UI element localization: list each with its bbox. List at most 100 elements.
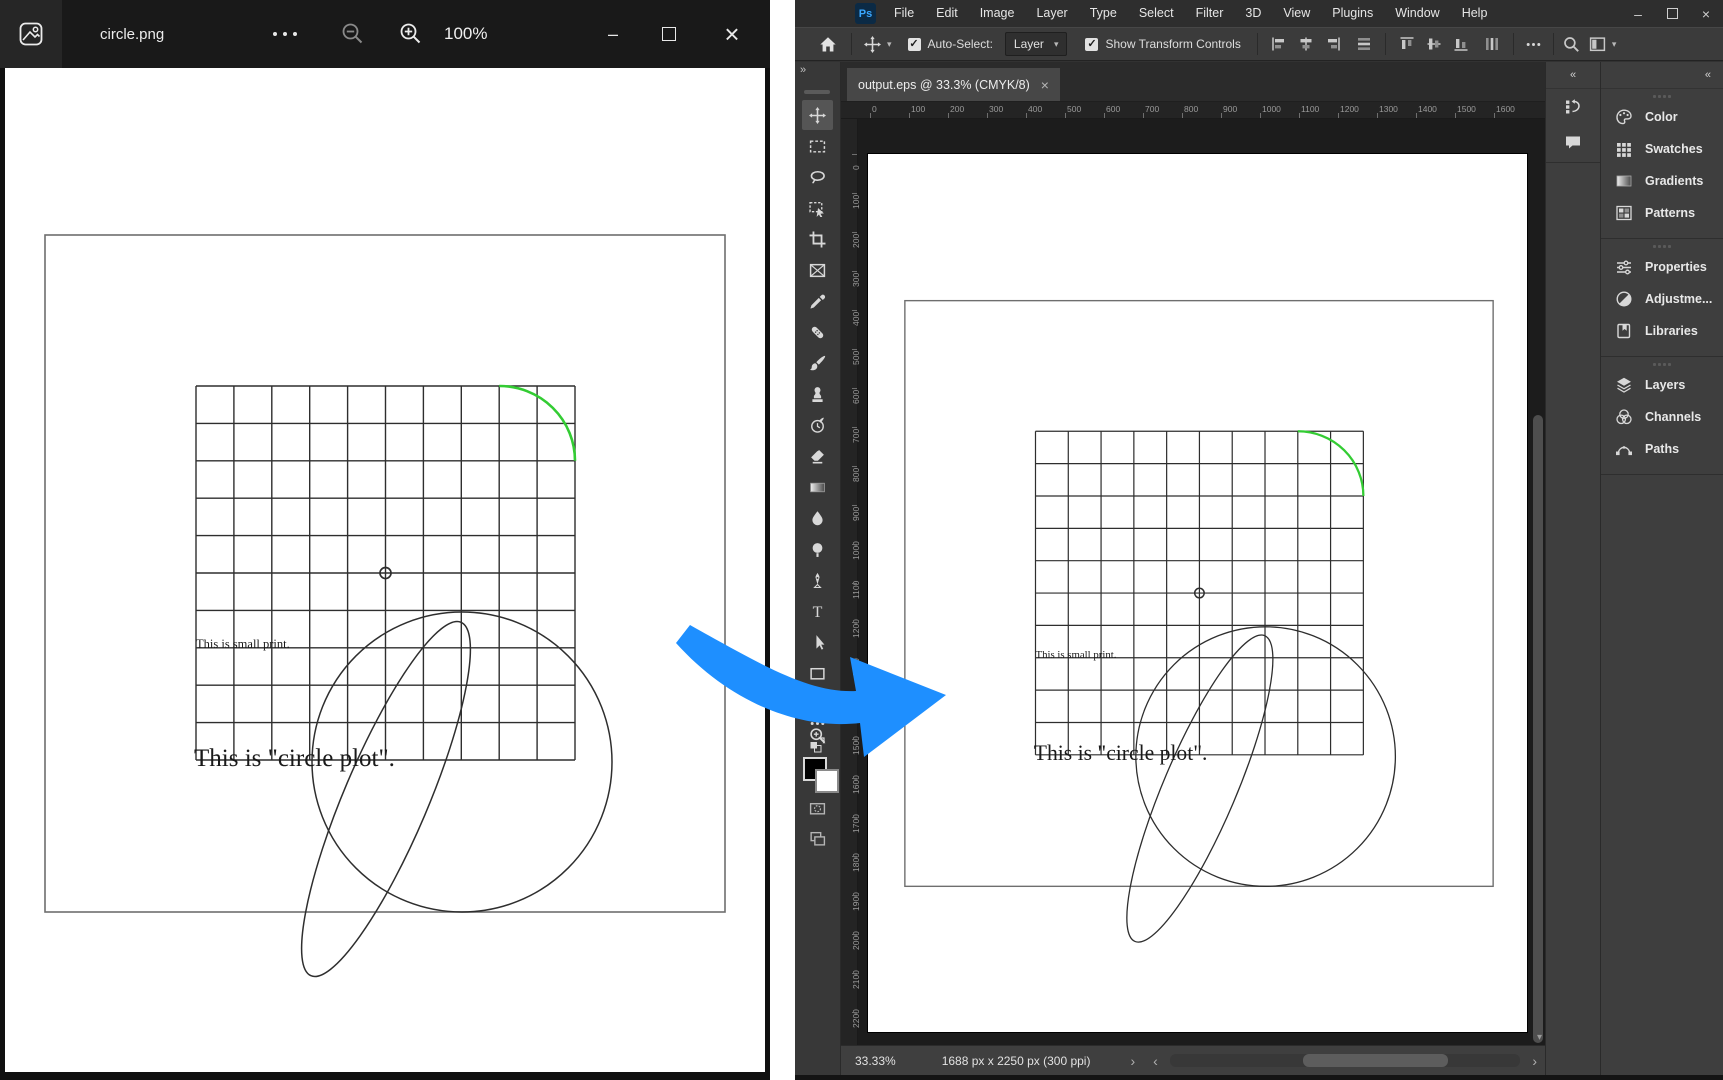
h-ruler-tick: 400	[1028, 105, 1042, 114]
brush-tool[interactable]	[802, 348, 833, 378]
tool-preset-chevron-icon[interactable]: ▾	[887, 39, 892, 50]
path-selection-tool[interactable]	[802, 627, 833, 657]
align-middle-v-button[interactable]	[1426, 36, 1442, 52]
dock-collapse-chevron[interactable]: «	[1601, 62, 1723, 89]
show-transform-checkbox[interactable]: ✓	[1085, 38, 1098, 51]
search-icon[interactable]	[1563, 36, 1580, 53]
collapsed-strip-header[interactable]: «	[1546, 62, 1600, 89]
horizontal-ruler: 0100200300400500600700800900100011001200…	[841, 102, 1545, 119]
lasso-tool[interactable]	[802, 162, 833, 192]
panel-label: Patterns	[1645, 206, 1695, 220]
close-button[interactable]: ×	[702, 0, 762, 68]
align-center-h-button[interactable]	[1298, 36, 1314, 52]
menu-filter[interactable]: Filter	[1185, 0, 1235, 27]
menu-help[interactable]: Help	[1451, 0, 1499, 27]
distribute-vertical-button[interactable]	[1356, 36, 1372, 52]
status-zoom-value[interactable]: 33.33%	[855, 1054, 896, 1068]
hscroll-right-chevron-icon[interactable]: ›	[1532, 1053, 1537, 1069]
document-tab[interactable]: output.eps @ 33.3% (CMYK/8) ×	[847, 68, 1060, 101]
quick-mask-button[interactable]	[795, 800, 840, 817]
panel-button-paths[interactable]: Paths	[1601, 433, 1723, 465]
menu-image[interactable]: Image	[969, 0, 1026, 27]
crop-tool[interactable]	[802, 224, 833, 254]
menu-layer[interactable]: Layer	[1025, 0, 1078, 27]
toolbar-more-button[interactable]	[795, 715, 840, 732]
horizontal-scrollbar-thumb[interactable]	[1303, 1054, 1448, 1067]
panel-button-gradients[interactable]: Gradients	[1601, 165, 1723, 197]
scrollbar-down-chevron-icon[interactable]: ▾	[1537, 1032, 1542, 1043]
status-expand-chevron-icon[interactable]: ›	[1130, 1053, 1135, 1069]
panel-icon-history[interactable]	[1546, 89, 1600, 124]
clone-stamp-tool[interactable]	[802, 379, 833, 409]
maximize-button[interactable]	[641, 0, 697, 68]
panel-button-patterns[interactable]: Patterns	[1601, 197, 1723, 229]
eyedropper-tool[interactable]	[802, 286, 833, 316]
panel-icon-comments[interactable]	[1546, 124, 1600, 159]
marquee-tool[interactable]	[802, 131, 833, 161]
align-top-button[interactable]	[1399, 36, 1415, 52]
vertical-scrollbar[interactable]	[1533, 415, 1543, 1043]
frame-tool[interactable]	[802, 255, 833, 285]
pen-tool[interactable]	[802, 565, 833, 595]
minimize-button[interactable]: –	[585, 0, 641, 68]
home-button[interactable]	[819, 36, 837, 53]
menu-edit[interactable]: Edit	[925, 0, 969, 27]
zoom-out-icon[interactable]	[340, 21, 365, 46]
zoom-level-value[interactable]: 100%	[444, 0, 487, 68]
menu-window[interactable]: Window	[1384, 0, 1450, 27]
rectangle-tool[interactable]	[802, 658, 833, 688]
gradients-panel-icon	[1615, 172, 1633, 190]
see-more-button[interactable]	[273, 0, 297, 68]
v-ruler-tick: 800	[852, 468, 861, 482]
zoom-in-icon[interactable]	[398, 21, 423, 46]
menu-select[interactable]: Select	[1128, 0, 1185, 27]
ps-close-button[interactable]: ×	[1689, 0, 1723, 27]
h-ruler-tick: 200	[950, 105, 964, 114]
ps-maximize-button[interactable]	[1655, 0, 1689, 27]
menu-type[interactable]: Type	[1079, 0, 1128, 27]
align-right-button[interactable]	[1325, 36, 1341, 52]
healing-brush-tool[interactable]	[802, 317, 833, 347]
toolbar-drag-handle[interactable]	[804, 90, 830, 94]
panel-button-libraries[interactable]: Libraries	[1601, 315, 1723, 347]
auto-select-label: Auto-Select:	[928, 37, 993, 51]
workspace-switcher-icon[interactable]	[1589, 36, 1606, 53]
swap-colors-icon[interactable]	[795, 735, 840, 753]
workspace-chevron-icon[interactable]: ▾	[1612, 39, 1617, 50]
blur-tool[interactable]	[802, 503, 833, 533]
panel-button-properties[interactable]: Properties	[1601, 251, 1723, 283]
panel-label: Color	[1645, 110, 1678, 124]
panel-button-swatches[interactable]: Swatches	[1601, 133, 1723, 165]
photos-app-button[interactable]	[0, 0, 62, 68]
ps-minimize-button[interactable]: –	[1621, 0, 1655, 27]
screen-mode-button[interactable]	[795, 830, 840, 847]
menu-plugins[interactable]: Plugins	[1321, 0, 1384, 27]
move-tool-option-icon[interactable]	[864, 36, 881, 53]
panel-button-layers[interactable]: Layers	[1601, 369, 1723, 401]
gradient-tool[interactable]	[802, 472, 833, 502]
tab-close-icon[interactable]: ×	[1041, 77, 1049, 93]
menu-3d[interactable]: 3D	[1234, 0, 1272, 27]
hscroll-left-chevron-icon[interactable]: ‹	[1153, 1053, 1158, 1069]
background-color-swatch[interactable]	[815, 769, 839, 793]
history-brush-tool[interactable]	[802, 410, 833, 440]
auto-select-checkbox[interactable]: ✓	[908, 38, 921, 51]
distribute-horizontal-button[interactable]	[1484, 36, 1500, 52]
menu-view[interactable]: View	[1272, 0, 1321, 27]
align-bottom-button[interactable]	[1453, 36, 1469, 52]
object-selection-tool[interactable]	[802, 193, 833, 223]
type-tool[interactable]: T	[802, 596, 833, 626]
horizontal-scrollbar[interactable]	[1170, 1054, 1521, 1067]
auto-select-target-dropdown[interactable]: Layer ▾	[1005, 32, 1068, 56]
menu-file[interactable]: File	[883, 0, 925, 27]
align-left-button[interactable]	[1271, 36, 1287, 52]
collapsed-panel-strip: «	[1545, 62, 1600, 1075]
panel-button-color[interactable]: Color	[1601, 101, 1723, 133]
options-more-button[interactable]	[1525, 36, 1542, 53]
panel-button-adjustments[interactable]: Adjustme...	[1601, 283, 1723, 315]
move-tool[interactable]	[802, 100, 833, 130]
panel-button-channels[interactable]: Channels	[1601, 401, 1723, 433]
eraser-tool[interactable]	[802, 441, 833, 471]
dodge-tool[interactable]	[802, 534, 833, 564]
toolbar-expand-icon[interactable]: »	[800, 64, 806, 76]
